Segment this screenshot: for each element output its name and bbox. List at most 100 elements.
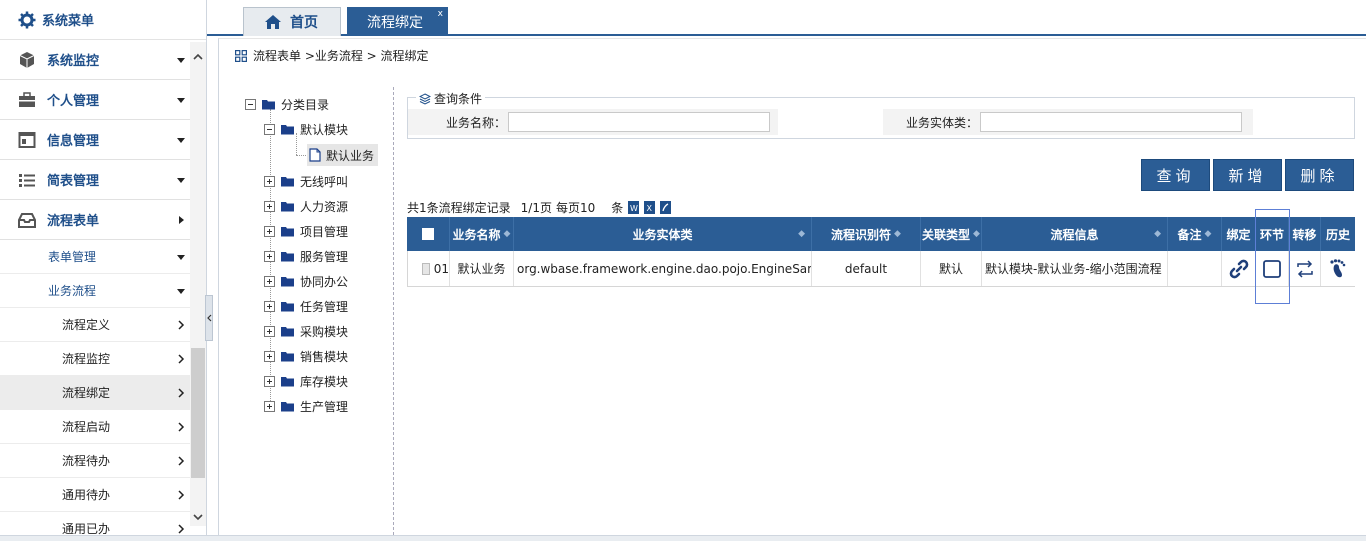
expand-icon[interactable] — [264, 325, 275, 337]
sidebar: 系统菜单 系统监控 个人管理 信息管理 简表管理 流程表单 表单管理 业务流程 … — [0, 0, 207, 541]
sub-biz-flow[interactable]: 业务流程 — [0, 274, 190, 308]
col-label: 业务名称 — [452, 227, 501, 242]
entity-class-input[interactable] — [980, 112, 1242, 132]
export-excel-icon[interactable]: X — [644, 201, 656, 214]
sub-flow-define[interactable]: 流程定义 — [0, 308, 190, 342]
table-row[interactable]: 01 默认业务 org.wbase.framework.engine.dao.p… — [407, 251, 1355, 287]
link-icon[interactable] — [1228, 258, 1250, 280]
sidebar-scrollbar[interactable] — [190, 42, 206, 526]
tab-home[interactable]: 首页 — [243, 7, 341, 36]
menu-info[interactable]: 信息管理 — [0, 120, 190, 160]
caret-down-icon — [177, 57, 185, 63]
tree-node[interactable]: 项目管理 — [264, 222, 348, 240]
query-legend: 查询条件 — [416, 90, 486, 107]
expand-icon[interactable] — [264, 375, 275, 387]
tree-node-root[interactable]: 分类目录 — [245, 95, 329, 113]
close-icon[interactable]: x — [438, 9, 443, 19]
tree-node-default-module[interactable]: 默认模块 — [264, 120, 348, 138]
expand-icon[interactable] — [264, 400, 275, 412]
collapse-icon[interactable] — [264, 123, 275, 135]
tab-home-label: 首页 — [290, 15, 318, 31]
tree-node[interactable]: 人力资源 — [264, 197, 348, 215]
menu-label: 个人管理 — [47, 94, 100, 109]
tree-label: 分类目录 — [281, 97, 330, 112]
tree-node[interactable]: 销售模块 — [264, 347, 348, 365]
tab-bar: 首页 流程绑定 x — [207, 0, 1366, 36]
sub-label: 通用待办 — [62, 488, 111, 502]
cell-transfer — [1289, 251, 1321, 286]
expand-icon[interactable] — [264, 175, 275, 187]
chevron-right-icon — [178, 353, 185, 364]
sort-icon: ◆ — [1204, 229, 1212, 239]
expand-icon[interactable] — [264, 350, 275, 362]
expand-icon[interactable] — [264, 250, 275, 262]
tab-flow-bind[interactable]: 流程绑定 x — [347, 7, 448, 36]
scrollbar-thumb[interactable] — [191, 348, 205, 478]
menu-system-monitor[interactable]: 系统监控 — [0, 40, 190, 80]
menu-flow-form[interactable]: 流程表单 — [0, 200, 190, 240]
svg-text:W: W — [630, 204, 638, 213]
tree-node[interactable]: 服务管理 — [264, 247, 348, 265]
transfer-icon[interactable] — [1294, 258, 1316, 280]
sub-common-todo[interactable]: 通用待办 — [0, 478, 190, 512]
chevron-down-icon[interactable] — [193, 512, 203, 522]
business-name-input[interactable] — [508, 112, 770, 132]
folder-icon — [281, 301, 294, 311]
sub-flow-todo[interactable]: 流程待办 — [0, 444, 190, 478]
sort-icon: ◆ — [973, 229, 980, 239]
tree-node[interactable]: 无线呼叫 — [264, 172, 348, 190]
search-button[interactable]: 查询 — [1141, 159, 1210, 191]
col-entity-class[interactable]: 业务实体类 ◆ — [514, 217, 812, 251]
expand-icon[interactable] — [264, 225, 275, 237]
col-business-name[interactable]: 业务名称 ◆ — [450, 217, 514, 251]
cell-bind — [1222, 251, 1256, 286]
export-word-icon[interactable]: W — [628, 201, 640, 214]
collapse-icon[interactable] — [245, 98, 256, 110]
tree-node-default-biz[interactable]: 默认业务 — [307, 144, 379, 166]
row-checkbox[interactable] — [422, 262, 430, 275]
folder-icon — [281, 326, 294, 336]
delete-button[interactable]: 删除 — [1285, 159, 1354, 191]
document-icon — [309, 148, 321, 162]
per-page-info: 每页10 — [555, 201, 596, 215]
query-panel: 查询条件 业务名称： 业务实体类： — [407, 90, 1355, 139]
sub-flow-start[interactable]: 流程启动 — [0, 410, 190, 444]
sidebar-collapse-handle[interactable] — [205, 295, 213, 341]
data-grid: 业务名称 ◆ 业务实体类 ◆ 流程识别符 ◆ 关联类型 ◆ 流程信息 ◆ 备注 ◆ 绑定 环… — [407, 217, 1355, 287]
expand-icon[interactable] — [264, 300, 275, 312]
col-rel-type[interactable]: 关联类型 ◆ — [921, 217, 982, 251]
col-remark[interactable]: 备注 ◆ — [1168, 217, 1222, 251]
node-column-highlight — [1255, 209, 1290, 304]
cell-flow-info: 默认模块-默认业务-缩小范围流程 — [982, 251, 1168, 286]
menu-label: 简表管理 — [47, 174, 100, 189]
tree-node[interactable]: 生产管理 — [264, 397, 348, 415]
tree-node[interactable]: 采购模块 — [264, 322, 348, 340]
export-pdf-icon[interactable] — [660, 201, 672, 214]
cell-rel-type: 默认 — [921, 251, 982, 286]
tree-node[interactable]: 任务管理 — [264, 297, 348, 315]
tree-label: 协同办公 — [300, 274, 349, 289]
menu-report[interactable]: 简表管理 — [0, 160, 190, 200]
footprint-icon[interactable] — [1327, 258, 1349, 280]
record-summary: 共1条流程绑定记录 — [407, 201, 511, 215]
col-flow-info[interactable]: 流程信息 ◆ — [982, 217, 1168, 251]
caret-down-icon — [177, 254, 185, 260]
folder-icon — [281, 351, 294, 361]
sub-flow-bind[interactable]: 流程绑定 — [0, 376, 190, 410]
tree-node[interactable]: 库存模块 — [264, 372, 348, 390]
add-button[interactable]: 新增 — [1213, 159, 1282, 191]
chevron-right-icon — [178, 489, 185, 500]
cell-history — [1321, 251, 1355, 286]
sub-form-mgmt[interactable]: 表单管理 — [0, 240, 190, 274]
sub-flow-monitor[interactable]: 流程监控 — [0, 342, 190, 376]
tree-label: 服务管理 — [300, 249, 349, 264]
tree-node[interactable]: 协同办公 — [264, 272, 348, 290]
expand-icon[interactable] — [264, 275, 275, 287]
caret-down-icon — [177, 97, 185, 103]
select-all-checkbox[interactable] — [422, 228, 434, 240]
expand-icon[interactable] — [264, 200, 275, 212]
menu-personal[interactable]: 个人管理 — [0, 80, 190, 120]
col-flow-id[interactable]: 流程识别符 ◆ — [812, 217, 921, 251]
sub-label: 业务流程 — [48, 284, 97, 298]
chevron-up-icon[interactable] — [193, 52, 203, 62]
